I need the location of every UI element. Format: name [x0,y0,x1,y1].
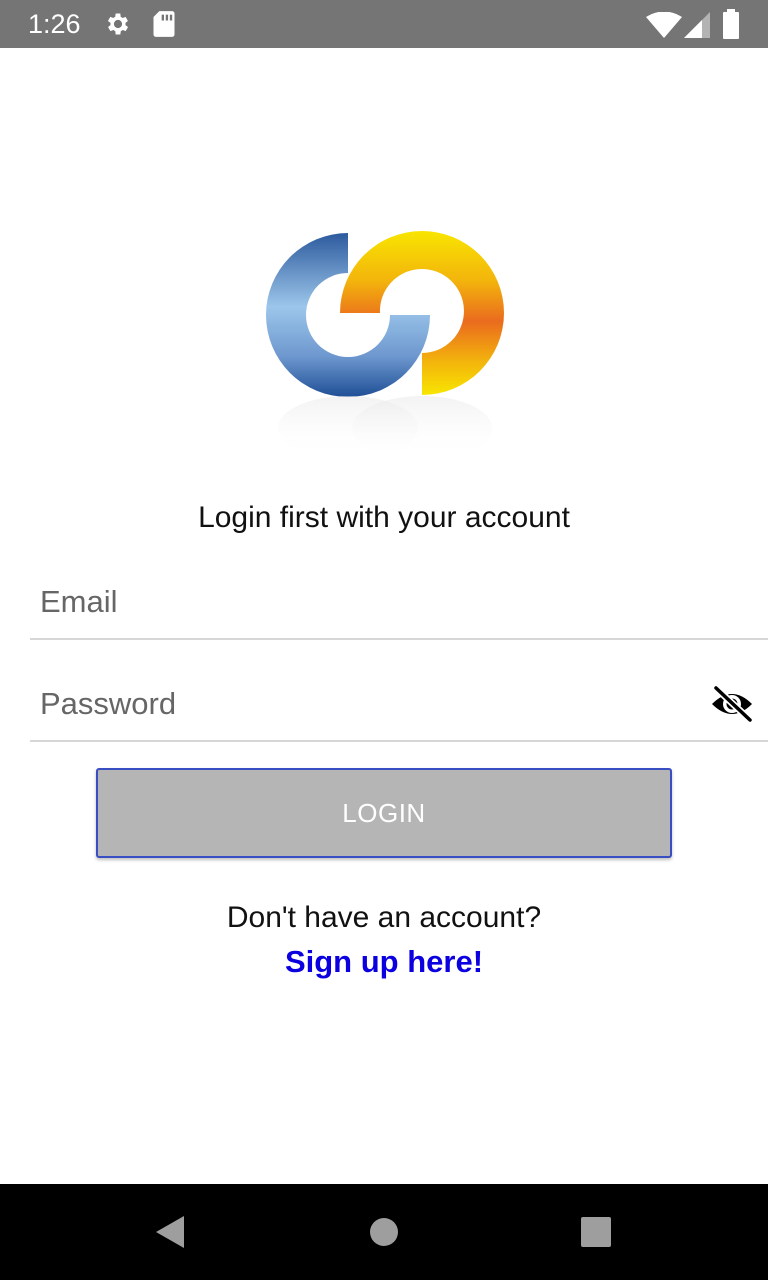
navigation-bar [0,1184,768,1280]
email-field[interactable] [40,572,700,632]
password-field-container [30,668,768,742]
signal-icon [684,12,710,38]
signup-prompt: Don't have an account? [226,901,542,934]
visibility-off-icon[interactable] [708,684,756,724]
password-field[interactable] [40,674,700,734]
settings-icon [107,13,129,35]
battery-icon [723,9,739,39]
app-logo [266,231,504,450]
status-bar: 1:26 [0,0,768,48]
home-icon[interactable] [364,1212,404,1252]
login-button-label: LOGIN [342,797,426,828]
status-time: 1:26 [28,9,81,39]
sd-card-icon [153,11,175,37]
back-icon[interactable] [152,1212,192,1252]
login-screen: 1:26 Login first with your account Email… [0,0,768,1280]
email-field-container [30,566,768,640]
recents-icon[interactable] [576,1212,616,1252]
wifi-icon [646,12,682,38]
login-heading: Login first with your account [198,501,570,534]
signup-link-row: Sign up here! [0,942,768,982]
login-button[interactable]: LOGIN [96,768,672,858]
signup-link[interactable]: Sign up here! [285,944,483,979]
